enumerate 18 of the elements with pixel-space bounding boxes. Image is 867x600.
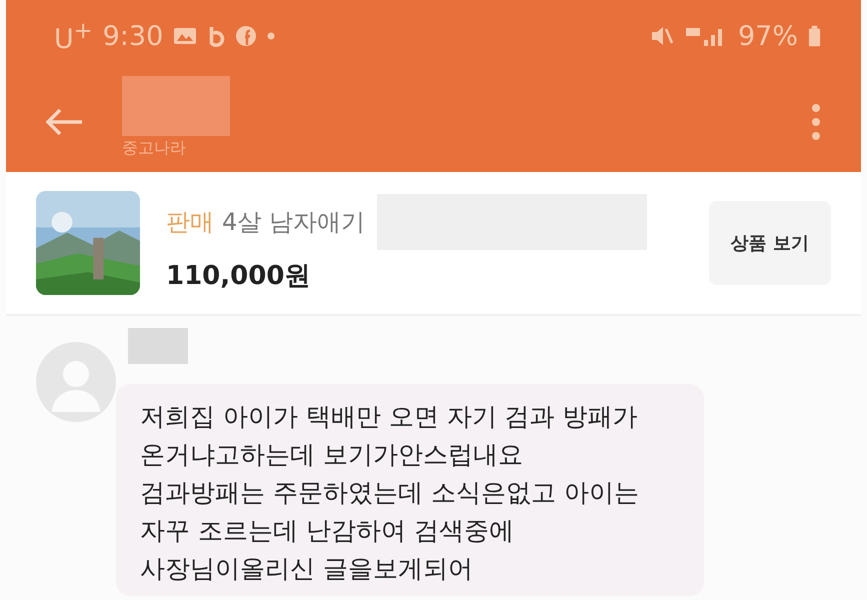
product-price: 110,000원 bbox=[166, 260, 312, 292]
view-product-button[interactable]: 상품 보기 bbox=[708, 201, 831, 285]
menu-icon[interactable] bbox=[811, 102, 821, 142]
status-time: 9:30 bbox=[102, 20, 164, 52]
mute-icon bbox=[650, 25, 674, 47]
back-icon[interactable] bbox=[44, 107, 84, 137]
gallery-icon bbox=[173, 26, 198, 46]
battery-icon bbox=[808, 24, 821, 48]
facebook-icon bbox=[235, 25, 258, 47]
notification-dot-icon bbox=[267, 32, 276, 40]
chat-subtitle: 중고나라 bbox=[122, 138, 187, 159]
battery-level: 97% bbox=[738, 20, 798, 52]
redacted-sender bbox=[128, 328, 188, 364]
message-bubble: 저희집 아이가 택배만 오면 자기 검과 방패가 온거냐고하는데 보기가안스럽내요 검과방패는 주문하였는데 소식은없고 아이는 자꾸 조르는데 난감하여 검색중에 사장님이올리신 글을보게되어 bbox=[116, 384, 704, 596]
sale-tag: 판매 bbox=[166, 206, 214, 238]
carrier-label: U$^{+}$ bbox=[54, 18, 93, 54]
b-icon bbox=[207, 24, 226, 48]
product-title: 4살 남자애기 bbox=[222, 206, 365, 238]
